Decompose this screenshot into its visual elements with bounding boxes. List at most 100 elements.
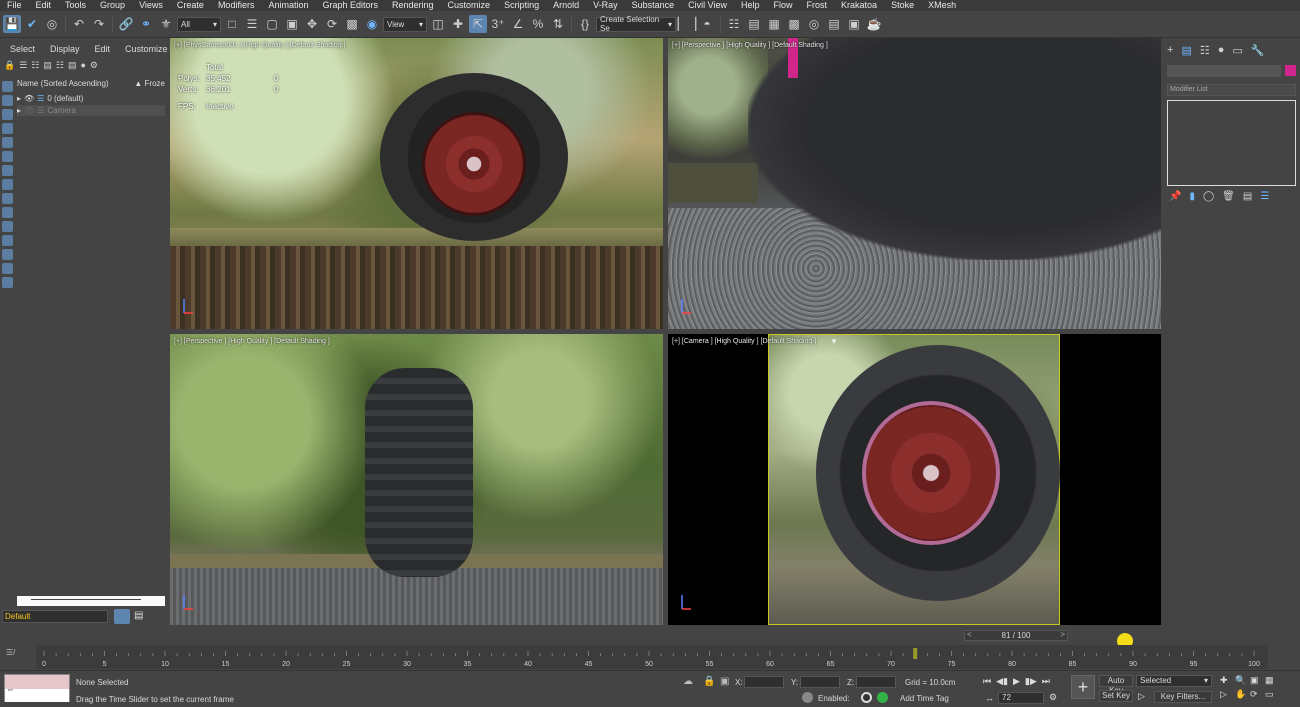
- ribbon-icon[interactable]: ▤: [745, 15, 763, 33]
- xrefs-icon[interactable]: [2, 193, 13, 204]
- edit-named-selection-icon[interactable]: {}: [576, 15, 594, 33]
- eye-icon[interactable]: 👁: [24, 106, 34, 115]
- curve-editor-icon[interactable]: ▦: [765, 15, 783, 33]
- move-icon[interactable]: ✥: [303, 15, 321, 33]
- field-of-view-icon[interactable]: ▷: [1220, 689, 1233, 700]
- select-manipulate-icon[interactable]: ✚: [449, 15, 467, 33]
- cameras-icon[interactable]: [2, 137, 13, 148]
- explorer-menu-display[interactable]: Display: [40, 44, 85, 54]
- render-icon[interactable]: ☕: [865, 15, 883, 33]
- menu-civil-view[interactable]: Civil View: [681, 0, 734, 11]
- mirror-icon[interactable]: ▏▕: [678, 15, 696, 33]
- selection-filter-dropdown[interactable]: All ▾: [177, 16, 221, 32]
- modify-tab-icon[interactable]: ▤: [1181, 44, 1191, 57]
- sort-icon[interactable]: ▤: [43, 60, 52, 71]
- x-coordinate-field[interactable]: [744, 676, 784, 688]
- material-editor-icon[interactable]: ◎: [805, 15, 823, 33]
- utilities-tab-icon[interactable]: 🔧: [1251, 44, 1265, 57]
- menu-flow[interactable]: Flow: [767, 0, 800, 11]
- go-to-start-icon[interactable]: ⏮: [983, 676, 991, 687]
- pivot-icon[interactable]: ◫: [429, 15, 447, 33]
- play-icon[interactable]: ▶: [1013, 676, 1020, 687]
- menu-arnold[interactable]: Arnold: [546, 0, 586, 11]
- percent-snap-icon[interactable]: %: [529, 15, 547, 33]
- enabled-toggle[interactable]: [861, 692, 872, 703]
- explorer-column-header[interactable]: Name (Sorted Ascending) ▲ Froze: [17, 79, 169, 90]
- auto-key-button[interactable]: Auto Key: [1099, 675, 1133, 695]
- layers-stack-icon[interactable]: ☷: [56, 60, 64, 71]
- track-bar[interactable]: 0 5 10 15 20 25 30 35 40 45 50 55 60 65 70 75 80 85 90 95 10…: [36, 645, 1268, 669]
- modifier-stack[interactable]: [1167, 100, 1296, 186]
- menu-edit[interactable]: Edit: [29, 0, 59, 11]
- layers-icon[interactable]: ☰: [19, 60, 27, 71]
- viewport-label[interactable]: [+] [Camera ] [High Quality ] [Default S…: [672, 338, 816, 345]
- rect-region-icon[interactable]: ▢: [263, 15, 281, 33]
- expand-arrow-icon[interactable]: ▸: [17, 106, 21, 115]
- make-unique-icon[interactable]: ◯: [1203, 191, 1214, 202]
- menu-create[interactable]: Create: [170, 0, 211, 11]
- layer-explorer-icon[interactable]: ☷: [725, 15, 743, 33]
- explorer-mode-icon[interactable]: [114, 609, 130, 624]
- menu-substance[interactable]: Substance: [625, 0, 682, 11]
- explorer-row-camera[interactable]: ▸ 👁 ☰ Camera: [17, 105, 165, 116]
- menu-rendering[interactable]: Rendering: [385, 0, 441, 11]
- invert-icon[interactable]: [2, 277, 13, 288]
- selection-set-dropdown[interactable]: Create Selection Se ▾: [596, 15, 676, 33]
- scrollbar-thumb[interactable]: [31, 599, 141, 600]
- menu-help[interactable]: Help: [734, 0, 767, 11]
- menu-animation[interactable]: Animation: [261, 0, 315, 11]
- select-object-icon[interactable]: □: [223, 15, 241, 33]
- maxscript-listener[interactable]: “”: [4, 674, 70, 702]
- frozen-icon[interactable]: [2, 235, 13, 246]
- render-frame-icon[interactable]: ▣: [845, 15, 863, 33]
- next-frame-icon[interactable]: ▮▶: [1025, 676, 1037, 687]
- bulb-icon[interactable]: ●: [80, 60, 85, 71]
- viewport-label[interactable]: [+] [Perspective ] [High Quality ] [Defa…: [672, 42, 828, 49]
- pin-stack-icon[interactable]: 📌: [1169, 191, 1181, 202]
- create-tab-icon[interactable]: +: [1167, 44, 1173, 57]
- reference-coordinate-dropdown[interactable]: View ▾: [383, 16, 427, 32]
- menu-v-ray[interactable]: V-Ray: [586, 0, 625, 11]
- render-setup-icon[interactable]: ▤: [825, 15, 843, 33]
- orbit-icon[interactable]: ⟳: [1250, 689, 1263, 700]
- place-icon[interactable]: ◉: [363, 15, 381, 33]
- isolate-icon[interactable]: ☁: [683, 676, 693, 687]
- remove-modifier-icon[interactable]: 🗑: [1222, 191, 1235, 202]
- show-end-result-icon[interactable]: ▮: [1189, 191, 1195, 202]
- menu-scripting[interactable]: Scripting: [497, 0, 546, 11]
- previous-frame-icon[interactable]: ◀▮: [996, 676, 1008, 687]
- spinner-snap-icon[interactable]: ⇅: [549, 15, 567, 33]
- viewport-label[interactable]: [+] [PhysCamera001 ] [High Quality ] [De…: [174, 42, 345, 49]
- add-time-tag[interactable]: Add Time Tag: [900, 694, 949, 703]
- pan-icon[interactable]: ✋: [1235, 689, 1248, 700]
- absolute-mode-icon[interactable]: ▣: [720, 676, 729, 687]
- menu-views[interactable]: Views: [132, 0, 170, 11]
- save-icon[interactable]: 💾: [3, 15, 21, 33]
- lights-icon[interactable]: [2, 123, 13, 134]
- layer-dropdown[interactable]: Default: [2, 610, 108, 623]
- set-key-button[interactable]: Set Key: [1099, 690, 1133, 702]
- geometry-icon[interactable]: [2, 95, 13, 106]
- modifier-list-dropdown[interactable]: Modifier List: [1167, 84, 1296, 96]
- target-icon[interactable]: ◎: [43, 15, 61, 33]
- key-filters-button[interactable]: Key Filters...: [1154, 691, 1212, 703]
- time-slider[interactable]: < 81 / 100 >: [964, 630, 1068, 641]
- rotate-icon[interactable]: ⟳: [323, 15, 341, 33]
- zoom-extents-icon[interactable]: ▣: [1250, 675, 1263, 686]
- helpers-icon[interactable]: [2, 151, 13, 162]
- angle-snap-icon[interactable]: ∠: [509, 15, 527, 33]
- viewport-bottom-right[interactable]: [+] [Camera ] [High Quality ] [Default S…: [668, 334, 1161, 625]
- undo-icon[interactable]: ↶: [70, 15, 88, 33]
- configure-sets-icon[interactable]: ▤: [1243, 191, 1252, 202]
- menu-xmesh[interactable]: XMesh: [921, 0, 963, 11]
- menu-stoke[interactable]: Stoke: [884, 0, 921, 11]
- time-config-icon[interactable]: ⚙: [1049, 692, 1057, 703]
- groups-icon[interactable]: [2, 179, 13, 190]
- menu-frost[interactable]: Frost: [800, 0, 835, 11]
- scale-icon[interactable]: ▩: [343, 15, 361, 33]
- zoom-extents-all-icon[interactable]: ▦: [1265, 675, 1278, 686]
- menu-file[interactable]: File: [0, 0, 29, 11]
- adaptive-degradation-icon[interactable]: [877, 692, 888, 703]
- menu-graph-editors[interactable]: Graph Editors: [315, 0, 385, 11]
- check-icon[interactable]: ✔: [23, 15, 41, 33]
